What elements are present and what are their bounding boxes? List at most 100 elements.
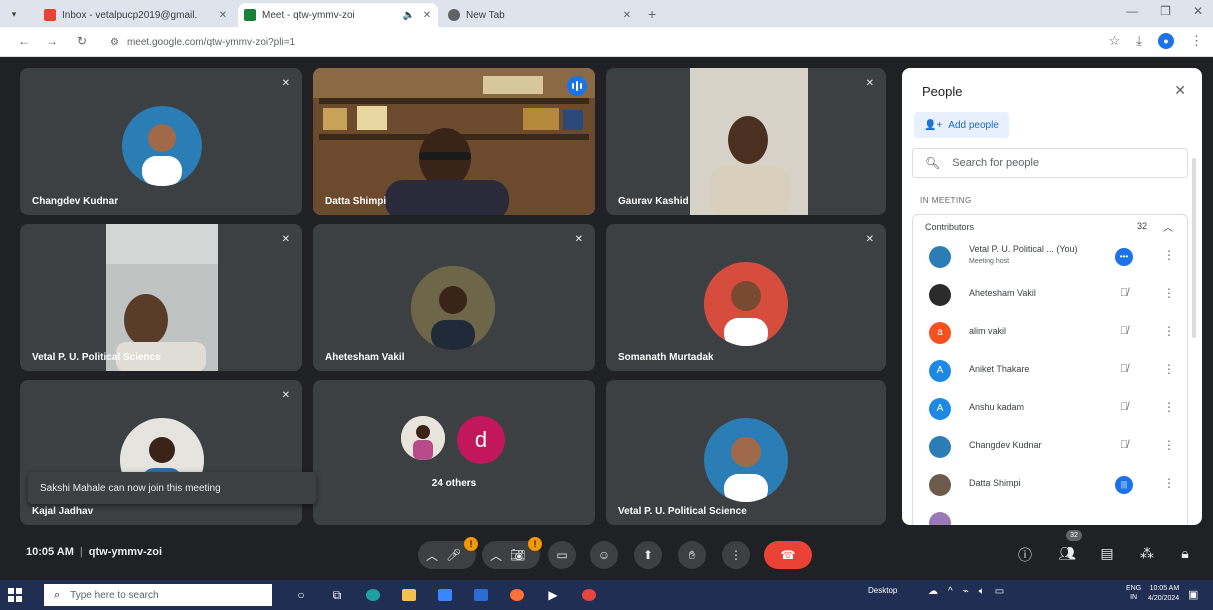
- minimize-icon[interactable]: —: [1126, 4, 1138, 18]
- forward-icon[interactable]: →: [44, 34, 60, 48]
- kebab-menu-icon[interactable]: ⋮: [1163, 438, 1175, 452]
- participant-tile[interactable]: ✕ Vetal P. U. Political Science: [20, 224, 302, 371]
- tab-search-icon[interactable]: ▾: [6, 6, 22, 22]
- section-heading: IN MEETING: [920, 196, 972, 205]
- person-photo-icon: [401, 416, 445, 460]
- kebab-menu-icon[interactable]: ⋮: [1163, 400, 1175, 414]
- chevron-up-icon[interactable]: ︿: [490, 547, 502, 564]
- participant-tile[interactable]: Vetal P. U. Political Science: [606, 380, 886, 525]
- chevron-up-icon[interactable]: ^: [948, 586, 953, 597]
- site-info-icon[interactable]: ⚙: [110, 37, 119, 48]
- taskbar-search-input[interactable]: ⌕ Type here to search: [44, 584, 272, 606]
- list-item[interactable]: Changdev Kudnar 🎙̸ ⋮: [913, 428, 1187, 466]
- others-count-label: 24 others: [431, 478, 477, 489]
- kebab-menu-icon[interactable]: ⋮: [1163, 362, 1175, 376]
- list-item[interactable]: Datta Shimpi ||| ⋮: [913, 466, 1187, 504]
- people-icon[interactable]: 👥︎: [1058, 545, 1076, 562]
- file-explorer-icon[interactable]: [398, 584, 420, 606]
- menu-icon[interactable]: ⋮: [1190, 33, 1203, 49]
- camera-button[interactable]: ︿ 📷︎ !: [482, 537, 542, 569]
- chevron-up-icon[interactable]: ︿: [426, 547, 438, 564]
- chat-icon[interactable]: ▤: [1098, 545, 1116, 562]
- chrome-icon[interactable]: [578, 584, 600, 606]
- edge-icon[interactable]: [362, 584, 384, 606]
- battery-icon[interactable]: ▭: [995, 586, 1004, 597]
- emoji-button[interactable]: ☺: [590, 541, 618, 569]
- participant-tile[interactable]: ✕ Ahetesham Vakil: [313, 224, 595, 371]
- media-player-icon[interactable]: ▶: [542, 584, 564, 606]
- volume-icon[interactable]: 🔈︎: [979, 586, 985, 597]
- leave-call-button[interactable]: ☎: [764, 541, 812, 569]
- close-window-icon[interactable]: ✕: [1193, 4, 1203, 18]
- chevron-up-icon[interactable]: ︿: [1163, 219, 1173, 234]
- close-icon[interactable]: ✕: [1174, 82, 1186, 99]
- system-tray-icons: ☁ ^ ⌁ 🔈︎ ▭: [928, 586, 1004, 597]
- list-item[interactable]: Vetal P. U. Political ... (You) Meeting …: [913, 238, 1187, 276]
- participant-tile[interactable]: ✕ Somanath Murtadak: [606, 224, 886, 371]
- system-clock[interactable]: 10:05 AM 4/20/2024: [1148, 584, 1179, 604]
- others-tile[interactable]: d 24 others: [313, 380, 595, 525]
- reload-icon[interactable]: ↻: [74, 34, 90, 48]
- list-item[interactable]: Ahetesham Vakil 🎙̸ ⋮: [913, 276, 1187, 314]
- list-item[interactable]: a alim vakil 🎙̸ ⋮: [913, 314, 1187, 352]
- kebab-menu-icon[interactable]: ⋮: [1163, 476, 1175, 490]
- mic-off-icon: ✕: [281, 234, 290, 245]
- list-item[interactable]: [913, 504, 1187, 525]
- bookmark-star-icon[interactable]: ☆: [1109, 33, 1121, 49]
- address-bar[interactable]: ⚙ meet.google.com/qtw-ymmv-zoi?pli=1: [102, 31, 1092, 53]
- list-item[interactable]: A Anshu kadam 🎙̸ ⋮: [913, 390, 1187, 428]
- close-icon[interactable]: ✕: [216, 10, 230, 21]
- new-tab-button[interactable]: +: [648, 6, 656, 22]
- mic-off-icon: ✕: [865, 78, 874, 89]
- profile-icon[interactable]: ●: [1158, 33, 1174, 49]
- host-controls-icon[interactable]: 🔒︎: [1176, 545, 1194, 562]
- network-icon[interactable]: ⌁: [963, 586, 969, 597]
- close-icon[interactable]: ✕: [620, 10, 634, 21]
- weather-icon[interactable]: ☁: [928, 586, 938, 597]
- task-view-icon[interactable]: ⧉: [326, 584, 348, 606]
- notifications-icon[interactable]: ▣: [1188, 588, 1198, 601]
- people-search-input[interactable]: 🔍︎ Search for people: [912, 148, 1188, 178]
- meeting-details-icon[interactable]: ⓘ: [1016, 545, 1034, 565]
- windows-start-icon[interactable]: [8, 588, 22, 602]
- divider: |: [79, 546, 83, 558]
- kebab-menu-icon[interactable]: ⋮: [1163, 286, 1175, 300]
- list-item[interactable]: A Aniket Thakare 🎙̸ ⋮: [913, 352, 1187, 390]
- tab-new-tab[interactable]: New Tab ✕: [442, 3, 638, 27]
- avatar: [704, 418, 788, 502]
- contributors-group[interactable]: Contributors 32 ︿: [912, 214, 1188, 238]
- raise-hand-button[interactable]: ✋︎: [678, 541, 706, 569]
- firefox-icon[interactable]: [506, 584, 528, 606]
- clock-time: 10:05 AM: [1149, 585, 1180, 592]
- join-notification: Sakshi Mahale can now join this meeting: [28, 472, 316, 504]
- tab-meet[interactable]: Meet - qtw-ymmv-zoi 🔈 ✕: [238, 3, 438, 27]
- store-icon[interactable]: [434, 584, 456, 606]
- present-button[interactable]: ⬆: [634, 541, 662, 569]
- toolbar-actions: ☆ ⤓ ● ⋮: [1109, 33, 1203, 49]
- participant-tile-speaking[interactable]: Datta Shimpi: [313, 68, 595, 215]
- avatar: [929, 284, 951, 306]
- avatar-initial: d: [457, 416, 505, 464]
- close-icon[interactable]: ✕: [420, 10, 434, 21]
- kebab-menu-icon[interactable]: ⋮: [1163, 248, 1175, 262]
- more-options-button[interactable]: ⋮: [722, 541, 750, 569]
- desktop-toolbar-label[interactable]: Desktop: [868, 586, 897, 595]
- captions-button[interactable]: ▭: [548, 541, 576, 569]
- taskbar-apps: ○ ⧉ ▶: [290, 583, 600, 607]
- participant-tile[interactable]: ✕ Changdev Kudnar: [20, 68, 302, 215]
- mail-icon[interactable]: [470, 584, 492, 606]
- mic-button[interactable]: ︿ 🎤︎ !: [418, 537, 478, 569]
- cortana-icon[interactable]: ○: [290, 584, 312, 606]
- panel-scrollbar[interactable]: [1192, 158, 1196, 338]
- audio-icon[interactable]: 🔈: [402, 10, 416, 21]
- language-indicator[interactable]: ENG IN: [1126, 584, 1141, 602]
- download-icon[interactable]: ⤓: [1136, 33, 1142, 49]
- tab-gmail[interactable]: Inbox - vetalpucp2019@gmail. ✕: [38, 3, 234, 27]
- back-icon[interactable]: ←: [16, 34, 32, 48]
- participant-tile[interactable]: ✕ Gaurav Kashid: [606, 68, 886, 215]
- add-people-button[interactable]: 👤+ Add people: [914, 112, 1009, 138]
- more-options-icon[interactable]: •••: [1115, 248, 1133, 266]
- activities-icon[interactable]: ⁂: [1138, 545, 1156, 562]
- restore-icon[interactable]: ❐: [1160, 4, 1171, 18]
- kebab-menu-icon[interactable]: ⋮: [1163, 324, 1175, 338]
